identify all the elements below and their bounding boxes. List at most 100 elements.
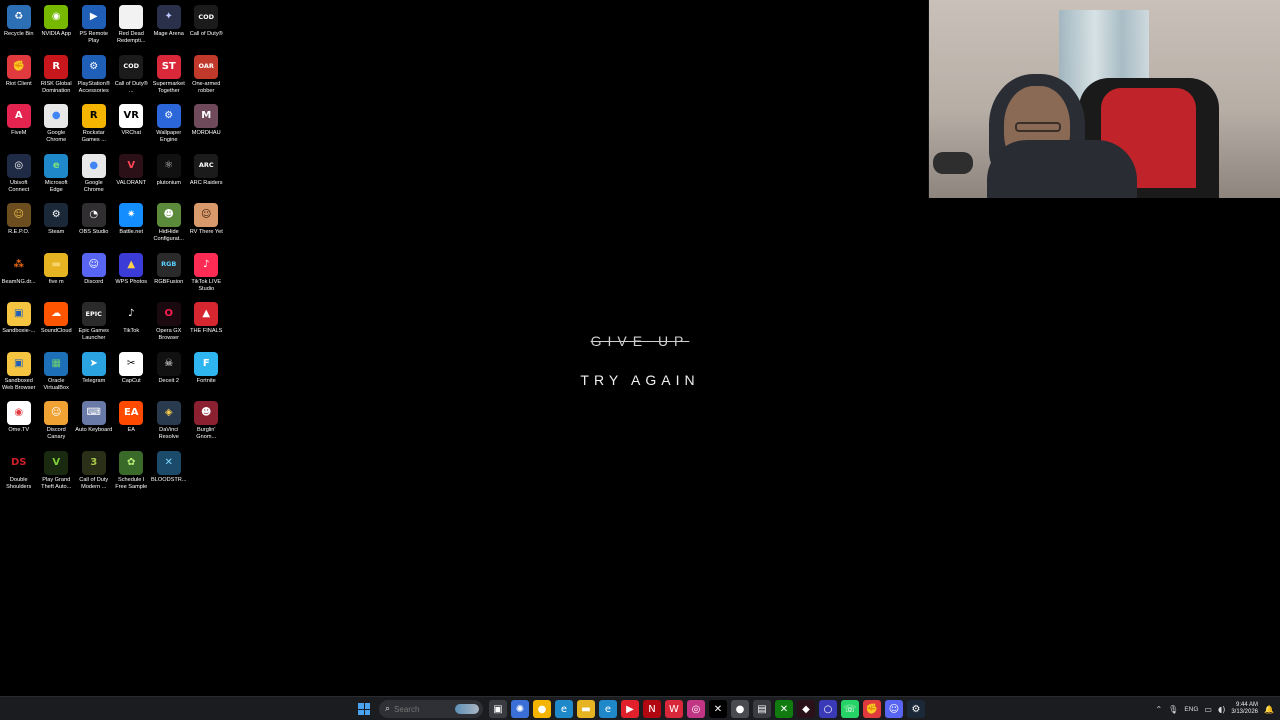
taskbar-clock[interactable]: 9:44 AM 3/13/2026 — [1231, 702, 1258, 716]
desktop-shortcut[interactable]: ☻ HidHide Configurat... — [150, 201, 188, 251]
language-indicator[interactable]: ENG — [1184, 706, 1198, 713]
microphone-icon[interactable]: 🎙 — [1168, 705, 1178, 714]
desktop-shortcut[interactable]: EA EA — [113, 399, 151, 449]
desktop-shortcut[interactable]: ☺ RV There Yet — [188, 201, 226, 251]
arc-raiders-icon: ARC — [194, 153, 219, 178]
desktop-shortcut-label: Call of Duty® — [189, 31, 223, 37]
desktop-shortcut[interactable]: ⚙ Steam — [38, 201, 76, 251]
riot-client-icon[interactable]: ✊ — [863, 700, 881, 718]
discord-icon[interactable]: ☺ — [885, 700, 903, 718]
call-of-duty-mw-icon: 3 — [81, 450, 106, 475]
desktop-shortcut[interactable]: ✦ Mage Arena — [150, 3, 188, 53]
file-explorer-icon[interactable]: ▬ — [577, 700, 595, 718]
netflix-icon[interactable]: N — [643, 700, 661, 718]
desktop-shortcut[interactable]: ◈ DaVinci Resolve — [150, 399, 188, 449]
desktop-shortcut[interactable]: ☻ Burglin' Gnom... — [188, 399, 226, 449]
desktop-shortcut[interactable]: COD Call of Duty® ... — [113, 53, 151, 103]
desktop-shortcut[interactable]: V VALORANT — [113, 152, 151, 202]
desktop-shortcut-label: MORDHAU — [191, 130, 221, 136]
gta-icon: V — [44, 450, 69, 475]
wallpaper-engine-icon: ⚙ — [156, 104, 181, 128]
desktop-shortcut[interactable]: ⚙ Wallpaper Engine — [150, 102, 188, 152]
auto-keyboard-icon: ⌨ — [81, 401, 106, 425]
desktop-shortcut[interactable]: DS Double Shoulders — [0, 449, 38, 499]
desktop-shortcut[interactable]: Red Dead Redempti... — [113, 3, 151, 53]
desktop-shortcut[interactable]: ● Google Chrome — [38, 102, 76, 152]
desktop-shortcut-label: Discord Canary — [46, 427, 66, 441]
x-twitter-icon[interactable]: ✕ — [709, 700, 727, 718]
desktop-shortcut[interactable]: ♪ TikTok LIVE Studio — [188, 251, 226, 301]
desktop-shortcut[interactable]: ● Google Chrome — [75, 152, 113, 202]
desktop-shortcut[interactable]: ☺ R.E.P.O. — [0, 201, 38, 251]
desktop-shortcut[interactable]: ▬ five m — [38, 251, 76, 301]
start-button[interactable] — [355, 700, 373, 718]
desktop-shortcut-label: RV There Yet — [189, 229, 223, 235]
desktop-shortcut[interactable]: ☺ Discord — [75, 251, 113, 301]
desktop-shortcut[interactable]: ⌨ Auto Keyboard — [75, 399, 113, 449]
desktop-shortcut[interactable]: ⚙ PlayStation® Accessories — [75, 53, 113, 103]
vrchat-icon: VR — [119, 104, 144, 128]
taskbar-center: ⌕ ▣✺●e▬e▶NW◎✕●▤✕◆○☏✊☺⚙ — [355, 697, 925, 720]
desktop-shortcut-label: FiveM — [11, 130, 27, 136]
desktop-shortcut[interactable]: ◉ NVIDIA App — [38, 3, 76, 53]
desktop-shortcut[interactable]: OAR One-armed robber — [188, 53, 226, 103]
edge-icon[interactable]: e — [599, 700, 617, 718]
beamng-icon: ⁂ — [6, 252, 31, 277]
copilot-icon[interactable]: ✺ — [511, 700, 529, 718]
desktop-shortcut[interactable]: R Rockstar Games ... — [75, 102, 113, 152]
call-of-duty-icon: COD — [119, 54, 144, 79]
desktop-shortcut[interactable]: RGB RGBFusion — [150, 251, 188, 301]
desktop-shortcut[interactable]: ◉ Ome.TV — [0, 399, 38, 449]
taskbar-search-input[interactable] — [394, 704, 445, 714]
desktop-shortcut[interactable]: ♻ Recycle Bin — [0, 3, 38, 53]
system-tray: ⌃ 🎙 ENG ▭ ◖) 9:44 AM 3/13/2026 🔔 — [1155, 697, 1280, 720]
desktop-shortcut[interactable]: 3 Call of Duty Modern ... — [75, 449, 113, 499]
wps-office-icon[interactable]: W — [665, 700, 683, 718]
desktop-shortcut[interactable]: ARC ARC Raiders — [188, 152, 226, 202]
desktop-shortcut[interactable]: V Play Grand Theft Auto... — [38, 449, 76, 499]
file-manager-icon[interactable]: ▤ — [753, 700, 771, 718]
desktop-shortcut[interactable]: COD Call of Duty® — [188, 3, 226, 53]
desktop-shortcut[interactable]: A FiveM — [0, 102, 38, 152]
desktop-shortcut[interactable]: ✿ Schedule I Free Sample — [113, 449, 151, 499]
desktop-shortcut-label: VALORANT — [116, 179, 147, 186]
chevron-up-icon[interactable]: ⌃ — [1155, 705, 1162, 714]
notification-bell-icon[interactable]: 🔔 — [1264, 705, 1274, 714]
document-icon — [119, 5, 144, 29]
desktop-shortcut[interactable]: ✊ Riot Client — [0, 53, 38, 103]
desktop-shortcut[interactable]: ◎ Ubisoft Connect — [0, 152, 38, 202]
browser-icon[interactable]: ○ — [819, 700, 837, 718]
wps-photos-icon: ▲ — [119, 252, 144, 277]
xbox-icon[interactable]: ✕ — [775, 700, 793, 718]
desktop-shortcut[interactable]: ▲ WPS Photos — [113, 251, 151, 301]
mage-arena-icon: ✦ — [156, 5, 181, 29]
edge-icon[interactable]: e — [555, 700, 573, 718]
fivem-icon: A — [6, 104, 31, 128]
desktop-shortcut[interactable]: ☺ Discord Canary — [38, 399, 76, 449]
youtube-icon[interactable]: ▶ — [621, 700, 639, 718]
desktop-shortcut[interactable]: ▶ PS Remote Play — [75, 3, 113, 53]
desktop-shortcut[interactable]: ✕ BLOODSTR... — [150, 449, 188, 499]
instagram-icon[interactable]: ◎ — [687, 700, 705, 718]
desktop-shortcut[interactable]: ✷ Battle.net — [113, 201, 151, 251]
chrome-icon[interactable]: ● — [533, 700, 551, 718]
desktop-shortcut-label: VRChat — [121, 130, 142, 136]
desktop-shortcut[interactable]: ◔ OBS Studio — [75, 201, 113, 251]
desktop-shortcut[interactable]: ⚛ plutonium — [150, 152, 188, 202]
whatsapp-icon[interactable]: ☏ — [841, 700, 859, 718]
desktop-shortcut[interactable]: R RISK Global Domination — [38, 53, 76, 103]
taskbar-search-box[interactable]: ⌕ — [379, 700, 483, 718]
volume-icon[interactable]: ◖) — [1218, 705, 1225, 714]
desktop-shortcut[interactable]: M MORDHAU — [188, 102, 226, 152]
supermarket-together-icon: ST — [156, 54, 181, 79]
network-icon[interactable]: ▭ — [1204, 705, 1212, 714]
desktop-shortcut[interactable]: VR VRChat — [113, 102, 151, 152]
game-icon[interactable]: ◆ — [797, 700, 815, 718]
task-view-icon[interactable]: ▣ — [489, 700, 507, 718]
desktop-shortcut[interactable]: e Microsoft Edge — [38, 152, 76, 202]
desktop-shortcut[interactable]: ST Supermarket Together — [150, 53, 188, 103]
desktop-shortcut[interactable]: ⁂ BeamNG.dr... — [0, 251, 38, 301]
chrome-icon[interactable]: ● — [731, 700, 749, 718]
steam-icon[interactable]: ⚙ — [907, 700, 925, 718]
desktop-shortcut-label: Call of Duty Modern ... — [79, 476, 109, 490]
